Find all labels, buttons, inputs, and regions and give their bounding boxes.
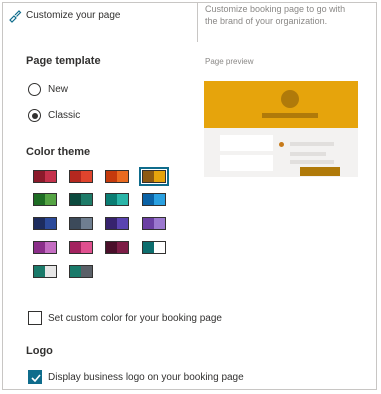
radio-new-control[interactable] — [28, 83, 41, 96]
swatch-color-part — [81, 242, 92, 253]
page-preview — [204, 81, 358, 177]
radio-classic-label[interactable]: Classic — [48, 110, 80, 121]
header-divider — [197, 2, 198, 42]
swatch-color-part — [81, 194, 92, 205]
panel-description: Customize booking page to go with the br… — [205, 4, 346, 26]
color-swatch[interactable] — [33, 217, 57, 230]
color-swatch[interactable] — [139, 167, 169, 186]
color-swatch[interactable] — [105, 241, 129, 254]
swatch-color-part — [45, 171, 56, 182]
color-swatch[interactable] — [33, 193, 57, 206]
swatch-color-part — [34, 194, 45, 205]
paint-brush-icon — [8, 9, 22, 23]
preview-card — [220, 155, 273, 171]
preview-button — [300, 167, 340, 176]
swatch-color-part — [117, 242, 128, 253]
swatch-color-part — [117, 194, 128, 205]
preview-line — [290, 152, 326, 156]
panel-title: Customize your page — [26, 10, 121, 21]
swatch-color-part — [34, 218, 45, 229]
swatch-color-part — [143, 218, 154, 229]
swatch-color-part — [70, 242, 81, 253]
swatch-color-part — [45, 194, 56, 205]
color-theme-heading: Color theme — [26, 146, 91, 158]
preview-dot — [279, 142, 284, 147]
color-swatch[interactable] — [69, 217, 93, 230]
color-swatch[interactable] — [142, 193, 166, 206]
swatch-color-part — [45, 242, 56, 253]
color-swatch[interactable] — [105, 170, 129, 183]
preview-line — [290, 160, 334, 164]
swatch-color-part — [154, 171, 165, 182]
swatch-color-part — [81, 218, 92, 229]
color-swatch[interactable] — [142, 241, 166, 254]
swatch-color-part — [81, 171, 92, 182]
swatch-color-part — [154, 194, 165, 205]
swatch-color-part — [81, 266, 92, 277]
preview-banner — [204, 81, 358, 128]
display-logo-checkbox[interactable] — [28, 370, 42, 384]
color-swatch[interactable] — [142, 217, 166, 230]
swatch-color-part — [70, 218, 81, 229]
page-preview-label: Page preview — [205, 57, 254, 66]
preview-title-bar — [262, 113, 318, 118]
swatch-color-part — [143, 171, 154, 182]
checkmark-icon — [31, 374, 41, 383]
swatch-color-part — [34, 266, 45, 277]
swatch-color-part — [34, 171, 45, 182]
color-swatch[interactable] — [33, 170, 57, 183]
swatch-color-part — [70, 266, 81, 277]
page-template-heading: Page template — [26, 55, 101, 67]
custom-color-checkbox[interactable] — [28, 311, 42, 325]
color-swatch[interactable] — [105, 217, 129, 230]
radio-classic-control[interactable] — [28, 109, 41, 122]
color-swatch[interactable] — [69, 193, 93, 206]
display-logo-label[interactable]: Display business logo on your booking pa… — [48, 372, 244, 383]
color-swatch[interactable] — [33, 265, 57, 278]
color-swatch[interactable] — [69, 170, 93, 183]
preview-logo-circle — [281, 90, 299, 108]
color-swatch[interactable] — [69, 241, 93, 254]
preview-line — [290, 142, 334, 146]
color-swatch[interactable] — [105, 193, 129, 206]
preview-card — [220, 135, 273, 151]
swatch-color-part — [45, 266, 56, 277]
swatch-color-part — [117, 171, 128, 182]
custom-color-label[interactable]: Set custom color for your booking page — [48, 313, 222, 324]
swatch-color-part — [34, 242, 45, 253]
swatch-color-part — [106, 218, 117, 229]
swatch-color-part — [143, 242, 154, 253]
swatch-color-part — [154, 218, 165, 229]
swatch-color-part — [117, 218, 128, 229]
color-swatch[interactable] — [69, 265, 93, 278]
color-swatch[interactable] — [33, 241, 57, 254]
swatch-color-part — [143, 194, 154, 205]
swatch-color-part — [106, 194, 117, 205]
swatch-color-part — [45, 218, 56, 229]
swatch-color-part — [154, 242, 165, 253]
logo-heading: Logo — [26, 345, 53, 357]
radio-new-label[interactable]: New — [48, 84, 68, 95]
swatch-color-part — [70, 171, 81, 182]
swatch-color-part — [70, 194, 81, 205]
swatch-color-part — [106, 171, 117, 182]
swatch-color-part — [106, 242, 117, 253]
